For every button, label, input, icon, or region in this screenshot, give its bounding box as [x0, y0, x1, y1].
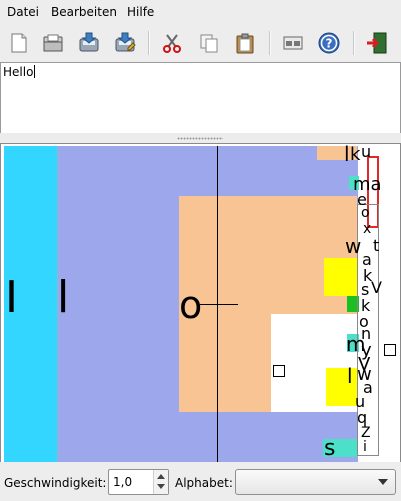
crosshair-horizontal: [200, 304, 238, 305]
mouse-marker-box: [384, 344, 396, 356]
speed-stepper[interactable]: [153, 470, 168, 494]
dasher-window: Datei Bearbeiten Hilfe ? Hello I l o l k…: [0, 0, 401, 501]
letter-k: k: [350, 144, 361, 165]
speed-spinbutton[interactable]: 1,0: [108, 469, 169, 495]
letter-x: x: [363, 221, 372, 237]
pane-resize-handle[interactable]: [0, 133, 401, 143]
view-icon: [283, 36, 303, 50]
new-icon: [11, 33, 27, 53]
letter-o: o: [179, 283, 203, 327]
view-button[interactable]: [278, 28, 308, 58]
chevron-down-icon: [378, 479, 388, 485]
letter-u: u: [361, 143, 372, 161]
speed-value: 1,0: [113, 475, 133, 489]
grip-dots: [177, 137, 223, 140]
toolbar-separator: [269, 31, 271, 55]
save-as-button[interactable]: [110, 28, 140, 58]
menu-bearbeiten[interactable]: Bearbeiten: [51, 5, 117, 19]
chevron-down-icon[interactable]: [157, 484, 165, 489]
help-icon: ?: [318, 32, 340, 54]
chevron-up-icon[interactable]: [157, 474, 165, 479]
svg-text:?: ?: [326, 37, 333, 51]
block-yellow-1: [324, 258, 357, 296]
letter-capital-z: Z: [361, 425, 371, 441]
paste-button[interactable]: [230, 28, 260, 58]
toolbar-separator: [148, 31, 150, 55]
letter-l: l: [344, 143, 350, 166]
toolbar-separator: [353, 31, 355, 55]
open-button[interactable]: [38, 28, 68, 58]
quit-icon: [367, 32, 387, 54]
statusbar: Geschwindigkeit: 1,0 Alphabet:: [0, 462, 401, 501]
toolbar: ?: [0, 24, 401, 63]
letter-o: o: [361, 205, 370, 221]
copy-icon: [200, 34, 218, 53]
quit-button[interactable]: [362, 28, 392, 58]
letter-q: q: [357, 408, 368, 427]
menu-hilfe[interactable]: Hilfe: [127, 5, 154, 19]
open-icon: [43, 34, 63, 52]
menu-datei[interactable]: Datei: [7, 5, 39, 19]
letter-capital-i: I: [5, 272, 18, 323]
letter-l: l: [57, 272, 70, 323]
new-button[interactable]: [4, 28, 34, 58]
cut-button[interactable]: [157, 28, 187, 58]
speed-label: Geschwindigkeit:: [4, 476, 107, 490]
save-button[interactable]: [74, 28, 104, 58]
copy-button[interactable]: [194, 28, 224, 58]
menubar: Datei Bearbeiten Hilfe: [0, 0, 401, 24]
save-as-icon: [115, 32, 136, 52]
text-cursor: [34, 65, 36, 78]
help-button[interactable]: ?: [314, 28, 344, 58]
letter-t: t: [373, 236, 380, 255]
alphabet-label: Alphabet:: [175, 476, 233, 490]
letter-l: l: [347, 364, 353, 388]
save-icon: [79, 32, 99, 52]
mouse-marker-box: [273, 365, 285, 377]
letter-i: i: [363, 439, 367, 455]
paste-icon: [236, 33, 254, 54]
dasher-canvas[interactable]: I l o l k u ma e o x w t a k s V k o n m…: [0, 143, 401, 463]
alphabet-combobox[interactable]: [235, 469, 396, 495]
cut-icon: [163, 34, 181, 53]
output-text: Hello: [3, 65, 34, 79]
letter-capital-v: V: [371, 278, 382, 297]
letter-w: w: [345, 234, 362, 258]
letter-s: s: [324, 436, 336, 461]
text-output-area[interactable]: Hello: [0, 62, 401, 134]
